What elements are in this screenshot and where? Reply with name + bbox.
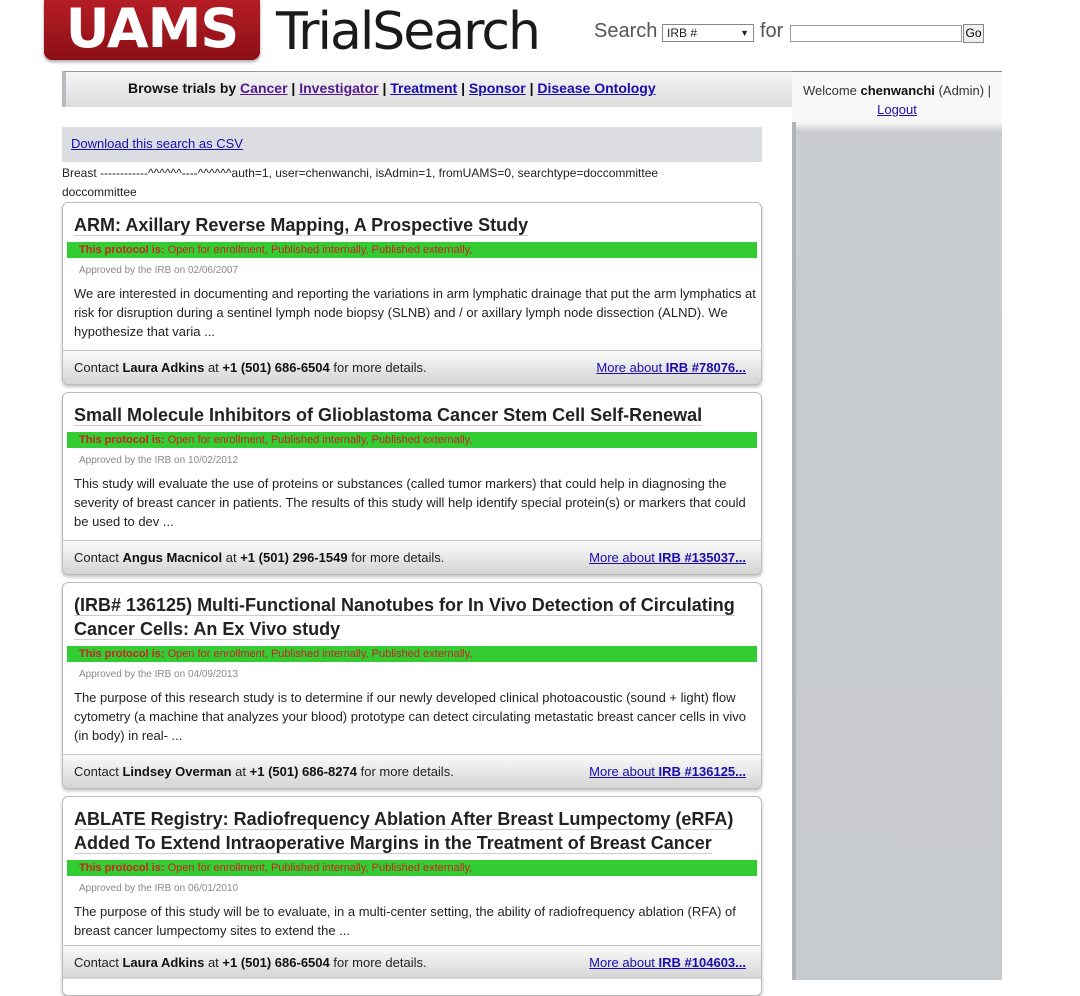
trial-card: Small Molecule Inhibitors of Glioblastom… [62,392,762,575]
more-about-link[interactable]: More about IRB #135037... [589,541,746,574]
debug-line: doccommittee [62,185,137,199]
trial-summary: This study will evaluate the use of prot… [74,476,746,529]
more-about-link[interactable]: More about IRB #136125... [589,755,746,788]
contact-info: Contact Laura Adkins at +1 (501) 686-650… [74,360,427,375]
contact-info: Contact Angus Macnicol at +1 (501) 296-1… [74,550,445,565]
user-panel: Welcome chenwanchi (Admin) | Logout [792,71,1002,980]
trial-card: ARM: Axillary Reverse Mapping, A Prospec… [62,202,762,385]
approval-date: Approved by the IRB on 06/01/2010 [79,883,239,894]
more-about-link[interactable]: More about IRB #78076... [596,351,746,384]
contact-info: Contact Lindsey Overman at +1 (501) 686-… [74,764,454,779]
panel-divider [792,122,796,980]
go-button[interactable]: Go [963,24,984,43]
uams-logo[interactable]: UAMS [44,0,260,60]
site-title: TrialSearch [276,2,541,62]
debug-line: Breast ------------^^^^^^----^^^^^^auth=… [62,166,659,180]
contact-bar: Contact Lindsey Overman at +1 (501) 686-… [63,754,761,788]
browse-link-treatment[interactable]: Treatment [390,80,457,96]
download-csv-link[interactable]: Download this search as CSV [71,136,243,151]
browse-link-cancer[interactable]: Cancer [240,80,287,96]
contact-bar: Contact Angus Macnicol at +1 (501) 296-1… [63,540,761,574]
trial-title[interactable]: ARM: Axillary Reverse Mapping, A Prospec… [63,203,761,237]
for-label: for [760,20,784,42]
debug-info: Breast ------------^^^^^^----^^^^^^auth=… [62,164,762,202]
trial-card: (IRB# 136125) Multi-Functional Nanotubes… [62,582,762,789]
csv-bar: Download this search as CSV [62,127,762,162]
browse-prefix: Browse trials by [128,80,237,96]
approval-date: Approved by the IRB on 04/09/2013 [79,669,239,680]
contact-bar: Contact Laura Adkins at +1 (501) 686-650… [63,350,761,384]
contact-bar: Contact Laura Adkins at +1 (501) 686-650… [63,945,761,979]
browse-bar: Browse trials by Cancer | Investigator |… [62,71,792,107]
separator: | [461,80,466,96]
welcome-box: Welcome chenwanchi (Admin) | Logout [792,81,1002,119]
separator: | [291,80,296,96]
welcome-label: Welcome [802,83,857,98]
status-badge: This protocol is: Open for enrollment, P… [67,646,757,662]
status-badge: This protocol is: Open for enrollment, P… [67,432,757,448]
separator: | [382,80,387,96]
search-label: Search [594,20,658,42]
trial-summary: We are interested in documenting and rep… [74,286,756,339]
status-badge: This protocol is: Open for enrollment, P… [67,242,757,258]
trial-title[interactable]: (IRB# 136125) Multi-Functional Nanotubes… [63,583,761,641]
trial-card: ABLATE Registry: Radiofrequency Ablation… [62,796,762,996]
trial-summary: The purpose of this research study is to… [74,690,746,743]
user-role: (Admin) | [938,83,992,98]
site-header: UAMS TrialSearch Search IRB # ▼ for Go [0,0,1080,70]
username: chenwanchi [860,83,935,98]
browse-nav: Browse trials by Cancer | Investigator |… [128,80,656,96]
search-input[interactable] [790,25,962,42]
browse-link-disease-ontology[interactable]: Disease Ontology [537,80,655,96]
search-type-value: IRB # [667,26,698,40]
contact-info: Contact Laura Adkins at +1 (501) 686-650… [74,955,427,970]
search-type-select[interactable]: IRB # ▼ [662,24,754,42]
separator: | [529,80,534,96]
browse-link-investigator[interactable]: Investigator [299,80,378,96]
trial-summary: The purpose of this study will be to eva… [74,904,736,938]
trial-title[interactable]: ABLATE Registry: Radiofrequency Ablation… [63,797,761,855]
approval-date: Approved by the IRB on 02/06/2007 [79,265,239,276]
more-about-link[interactable]: More about IRB #104603... [589,946,746,980]
logo-text: UAMS [65,0,240,60]
logout-link[interactable]: Logout [877,102,917,117]
trial-title[interactable]: Small Molecule Inhibitors of Glioblastom… [63,393,761,427]
browse-link-sponsor[interactable]: Sponsor [469,80,526,96]
chevron-down-icon: ▼ [740,28,749,38]
status-badge: This protocol is: Open for enrollment, P… [67,860,757,876]
approval-date: Approved by the IRB on 10/02/2012 [79,455,239,466]
